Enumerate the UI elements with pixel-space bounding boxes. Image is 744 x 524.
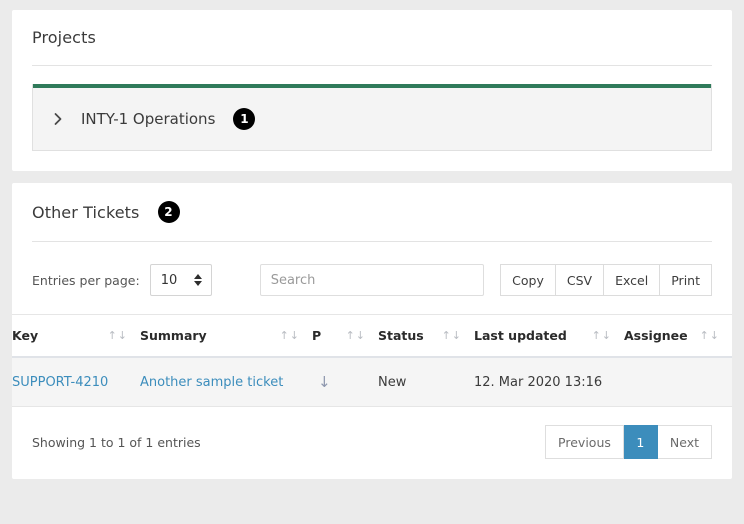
cell-summary: Another sample ticket xyxy=(140,357,312,407)
tickets-table-header: Key ↑↓ Summary ↑↓ P ↑↓ Status ↑↓ Last up… xyxy=(12,314,732,358)
sort-arrows-icon[interactable]: ↑↓ xyxy=(346,329,366,342)
sort-arrows-icon[interactable]: ↑↓ xyxy=(280,329,300,342)
pagination: Previous 1 Next xyxy=(545,425,712,459)
stepper-caret-icon[interactable] xyxy=(193,274,202,286)
tickets-table-body: SUPPORT-4210 Another sample ticket ↓ New… xyxy=(12,357,732,407)
page-number-button-1[interactable]: 1 xyxy=(623,425,658,459)
print-button[interactable]: Print xyxy=(660,264,712,296)
page-container: Projects INTY-1 Operations 1 Other Ticke… xyxy=(0,0,744,479)
callout-badge-2: 2 xyxy=(157,201,180,223)
column-label-assignee: Assignee xyxy=(624,328,688,343)
table-header-row: Key ↑↓ Summary ↑↓ P ↑↓ Status ↑↓ Last up… xyxy=(12,314,732,358)
page-title: Projects xyxy=(32,28,96,47)
callout-badge-1: 1 xyxy=(233,108,256,130)
column-header-last-updated[interactable]: Last updated ↑↓ xyxy=(474,314,624,358)
column-header-status[interactable]: Status ↑↓ xyxy=(378,314,474,358)
entries-per-page-value: 10 xyxy=(160,272,178,288)
column-header-key[interactable]: Key ↑↓ xyxy=(12,314,140,358)
project-accordion-panel: INTY-1 Operations 1 xyxy=(32,84,712,151)
other-tickets-title: Other Tickets xyxy=(32,202,140,222)
projects-card: Projects INTY-1 Operations 1 xyxy=(12,10,732,171)
cell-key: SUPPORT-4210 xyxy=(12,357,140,407)
csv-button[interactable]: CSV xyxy=(555,264,605,296)
table-footer: Showing 1 to 1 of 1 entries Previous 1 N… xyxy=(12,407,732,479)
showing-entries-text: Showing 1 to 1 of 1 entries xyxy=(32,434,201,450)
sort-arrows-icon[interactable]: ↑↓ xyxy=(592,329,612,342)
column-label-key: Key xyxy=(12,328,39,343)
table-row[interactable]: SUPPORT-4210 Another sample ticket ↓ New… xyxy=(12,357,732,407)
table-toolbar: Entries per page: 10 Copy CSV Excel Prin… xyxy=(12,242,732,314)
sort-arrows-icon[interactable]: ↑↓ xyxy=(108,329,128,342)
other-tickets-card: Other Tickets 2 Entries per page: 10 Cop… xyxy=(12,183,732,479)
cell-assignee xyxy=(624,357,732,407)
arrow-down-icon: ↓ xyxy=(318,373,331,391)
column-header-assignee[interactable]: Assignee ↑↓ xyxy=(624,314,732,358)
projects-title-divider xyxy=(32,65,712,66)
chevron-right-icon[interactable] xyxy=(51,112,65,126)
next-page-button[interactable]: Next xyxy=(657,425,712,459)
column-label-priority: P xyxy=(312,328,322,343)
cell-priority: ↓ xyxy=(312,357,378,407)
sort-arrows-icon[interactable]: ↑↓ xyxy=(700,329,720,342)
entries-per-page-select[interactable]: 10 xyxy=(149,264,212,296)
cell-last-updated: 12. Mar 2020 13:16 xyxy=(474,357,624,407)
entries-per-page-label: Entries per page: xyxy=(32,272,140,288)
column-label-status: Status xyxy=(378,328,424,343)
tickets-table: Key ↑↓ Summary ↑↓ P ↑↓ Status ↑↓ Last up… xyxy=(12,314,732,407)
ticket-key-link[interactable]: SUPPORT-4210 xyxy=(12,375,108,390)
search-input[interactable] xyxy=(259,264,484,296)
ticket-summary-link[interactable]: Another sample ticket xyxy=(140,375,283,390)
sort-arrows-icon[interactable]: ↑↓ xyxy=(442,329,462,342)
cell-status: New xyxy=(378,357,474,407)
column-header-priority[interactable]: P ↑↓ xyxy=(312,314,378,358)
copy-button[interactable]: Copy xyxy=(500,264,556,296)
projects-title-row: Projects xyxy=(32,28,712,47)
column-label-last-updated: Last updated xyxy=(474,328,567,343)
column-label-summary: Summary xyxy=(140,328,207,343)
column-header-summary[interactable]: Summary ↑↓ xyxy=(140,314,312,358)
tickets-title-row: Other Tickets 2 xyxy=(12,201,732,223)
previous-page-button[interactable]: Previous xyxy=(545,425,624,459)
export-button-group: Copy CSV Excel Print xyxy=(500,264,712,296)
project-accordion-header[interactable]: INTY-1 Operations 1 xyxy=(33,88,711,150)
excel-button[interactable]: Excel xyxy=(604,264,661,296)
project-name: INTY-1 Operations xyxy=(81,110,216,128)
